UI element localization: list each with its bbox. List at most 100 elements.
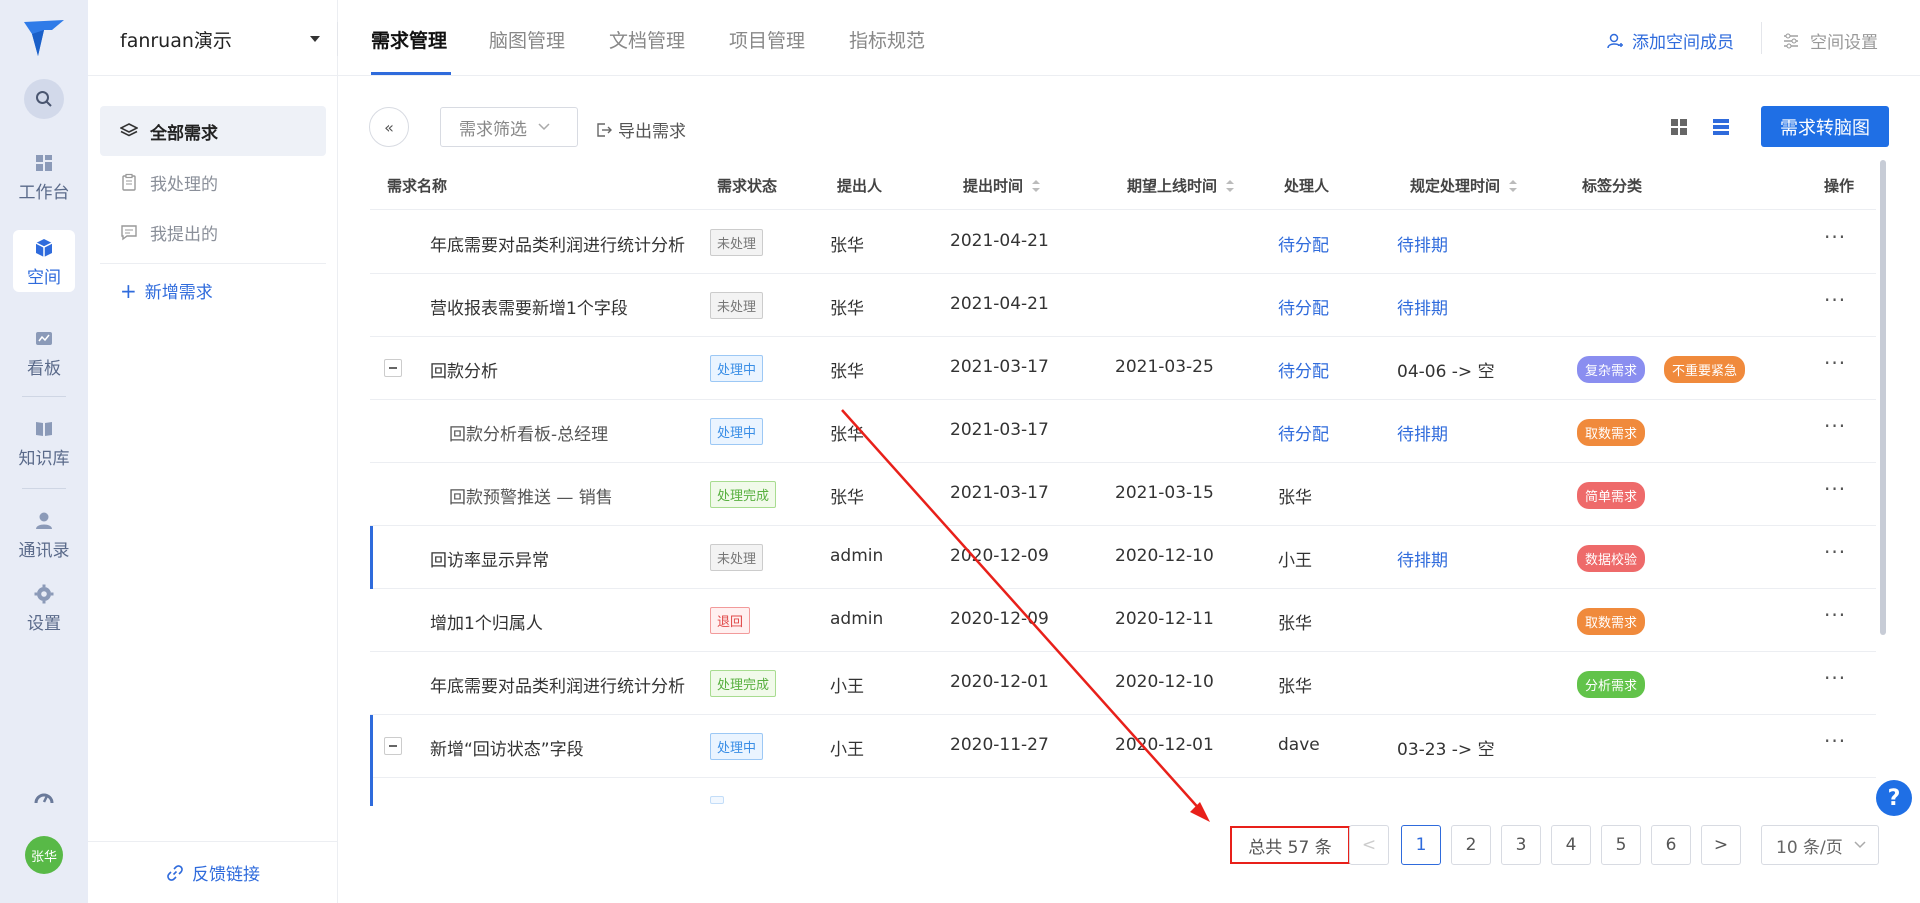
page-button[interactable]: 2 bbox=[1451, 825, 1491, 865]
requirement-filter-select[interactable]: 需求筛选 bbox=[440, 107, 578, 147]
req-name[interactable]: 年底需要对品类利润进行统计分析 bbox=[430, 231, 685, 256]
table-row[interactable]: 回款分析 处理中 张华 2021-03-17 2021-03-25 待分配 04… bbox=[370, 337, 1876, 400]
col-label: 提出时间 bbox=[963, 177, 1024, 195]
table-row[interactable]: 增加1个归属人 退回 admin 2020-12-09 2020-12-11 张… bbox=[370, 589, 1876, 652]
table-row[interactable]: 年底需要对品类利润进行统计分析 处理完成 小王 2020-12-01 2020-… bbox=[370, 652, 1876, 715]
rail-label: 通讯录 bbox=[18, 541, 70, 561]
list-view-icon[interactable] bbox=[1712, 118, 1730, 136]
more-icon[interactable]: ··· bbox=[1824, 414, 1846, 438]
page-button[interactable]: 5 bbox=[1601, 825, 1641, 865]
req-name[interactable]: 回款分析 bbox=[430, 357, 498, 382]
req-name[interactable]: 回款预警推送 — 销售 bbox=[449, 483, 613, 508]
speed-gauge-icon[interactable] bbox=[33, 788, 55, 810]
table-row[interactable]: 回款预警推送 — 销售 处理完成 张华 2021-03-17 2021-03-1… bbox=[370, 463, 1876, 526]
more-icon[interactable]: ··· bbox=[1824, 540, 1846, 564]
tab-metrics[interactable]: 指标规范 bbox=[849, 26, 925, 53]
deadline-link[interactable]: 待排期 bbox=[1397, 420, 1448, 445]
deadline-link[interactable]: 待排期 bbox=[1397, 546, 1448, 571]
page-size-select[interactable]: 10 条/页 bbox=[1761, 825, 1879, 865]
req-name[interactable]: 增加1个归属人 bbox=[430, 609, 543, 634]
add-member-button[interactable]: 添加空间成员 bbox=[1606, 28, 1734, 53]
collapse-sidebar-button[interactable]: « bbox=[369, 107, 409, 147]
page-button[interactable]: 3 bbox=[1501, 825, 1541, 865]
submitter: 张华 bbox=[830, 299, 864, 319]
table-scrollbar[interactable] bbox=[1880, 160, 1886, 635]
feedback-link[interactable]: 反馈链接 bbox=[88, 841, 338, 903]
tab-mindmap[interactable]: 脑图管理 bbox=[489, 26, 565, 53]
deadline-link[interactable]: 待排期 bbox=[1397, 231, 1448, 256]
sidebar-item-submitted-by-me[interactable]: 我提出的 bbox=[100, 207, 326, 257]
status-badge: 未处理 bbox=[710, 292, 764, 319]
sidebar-item-handled-by-me[interactable]: 我处理的 bbox=[100, 157, 326, 207]
prev-page-button[interactable]: < bbox=[1349, 825, 1389, 865]
table-row[interactable] bbox=[370, 778, 1876, 806]
col-deadline[interactable]: 规定处理时间 bbox=[1410, 175, 1518, 196]
req-name[interactable]: 回款分析看板-总经理 bbox=[449, 420, 608, 445]
grid-view-icon[interactable] bbox=[1670, 118, 1688, 136]
req-name[interactable]: 新增“回访状态”字段 bbox=[430, 735, 584, 760]
tab-projects[interactable]: 项目管理 bbox=[729, 26, 805, 53]
submitted-date: 2021-03-17 bbox=[950, 357, 1049, 377]
req-name[interactable]: 营收报表需要新增1个字段 bbox=[430, 294, 628, 319]
link-icon bbox=[167, 864, 183, 881]
export-button[interactable]: 导出需求 bbox=[596, 117, 686, 142]
rail-item-contacts[interactable]: 通讯录 bbox=[0, 510, 88, 561]
page-button[interactable]: 1 bbox=[1401, 825, 1441, 865]
col-expected-time[interactable]: 期望上线时间 bbox=[1127, 175, 1235, 196]
more-icon[interactable]: ··· bbox=[1824, 477, 1846, 501]
submitter: 张华 bbox=[830, 488, 864, 508]
more-icon[interactable]: ··· bbox=[1824, 666, 1846, 690]
col-submitted-time[interactable]: 提出时间 bbox=[963, 175, 1041, 196]
handler-link[interactable]: 待分配 bbox=[1278, 294, 1329, 319]
rail-divider bbox=[22, 488, 66, 489]
collapse-row-icon[interactable] bbox=[384, 737, 402, 755]
deadline-link[interactable]: 待排期 bbox=[1397, 294, 1448, 319]
requirements-table: 需求名称 需求状态 提出人 提出时间 期望上线时间 处理人 规定处理时间 标签分… bbox=[370, 160, 1876, 806]
collapse-row-icon[interactable] bbox=[384, 359, 402, 377]
table-row[interactable]: 回款分析看板-总经理 处理中 张华 2021-03-17 待分配 待排期 取数需… bbox=[370, 400, 1876, 463]
submitter: admin bbox=[830, 546, 884, 566]
more-icon[interactable]: ··· bbox=[1824, 351, 1846, 375]
handler-link[interactable]: 待分配 bbox=[1278, 420, 1329, 445]
table-row[interactable]: 新增“回访状态”字段 处理中 小王 2020-11-27 2020-12-01 … bbox=[370, 715, 1876, 778]
handler-link[interactable]: 待分配 bbox=[1278, 231, 1329, 256]
more-icon[interactable]: ··· bbox=[1824, 288, 1846, 312]
help-button[interactable]: ? bbox=[1876, 780, 1912, 816]
tab-documents[interactable]: 文档管理 bbox=[609, 26, 685, 53]
more-icon[interactable]: ··· bbox=[1824, 225, 1846, 249]
more-icon[interactable]: ··· bbox=[1824, 603, 1846, 627]
more-icon[interactable]: ··· bbox=[1824, 729, 1846, 753]
table-row[interactable]: 年底需要对品类利润进行统计分析 未处理 张华 2021-04-21 待分配 待排… bbox=[370, 211, 1876, 274]
submitter: 小王 bbox=[830, 677, 864, 697]
sidebar-item-all-requirements[interactable]: 全部需求 bbox=[100, 106, 326, 156]
tag-badge: 数据校验 bbox=[1577, 545, 1646, 572]
rail-item-knowledge[interactable]: 知识库 bbox=[0, 418, 88, 469]
req-name[interactable]: 年底需要对品类利润进行统计分析 bbox=[430, 672, 685, 697]
export-label: 导出需求 bbox=[618, 122, 686, 142]
status-badge: 处理中 bbox=[710, 418, 764, 445]
expected-date: 2021-03-15 bbox=[1115, 483, 1214, 503]
req-name[interactable]: 回访率显示异常 bbox=[430, 546, 549, 571]
user-avatar[interactable]: 张华 bbox=[25, 836, 63, 874]
rail-item-workbench[interactable]: 工作台 bbox=[0, 152, 88, 203]
tab-requirements[interactable]: 需求管理 bbox=[371, 26, 447, 53]
handler-link[interactable]: 待分配 bbox=[1278, 357, 1329, 382]
sliders-icon bbox=[1784, 33, 1798, 48]
pagination-total: 总共 57 条 bbox=[1230, 826, 1350, 864]
rail-item-settings[interactable]: 设置 bbox=[0, 583, 88, 634]
search-button[interactable] bbox=[24, 79, 64, 119]
workspace-switcher[interactable]: fanruan演示 bbox=[88, 0, 338, 76]
table-row[interactable]: 营收报表需要新增1个字段 未处理 张华 2021-04-21 待分配 待排期 ·… bbox=[370, 274, 1876, 337]
space-settings-button[interactable]: 空间设置 bbox=[1782, 28, 1878, 53]
page-button[interactable]: 6 bbox=[1651, 825, 1691, 865]
app-logo-icon[interactable] bbox=[22, 18, 66, 58]
convert-to-mindmap-button[interactable]: 需求转脑图 bbox=[1761, 106, 1889, 147]
add-requirement-button[interactable]: + 新增需求 bbox=[120, 278, 213, 304]
next-page-button[interactable]: > bbox=[1701, 825, 1741, 865]
table-row[interactable]: 回访率显示异常 未处理 admin 2020-12-09 2020-12-10 … bbox=[370, 526, 1876, 589]
rail-item-space[interactable]: 空间 bbox=[13, 230, 75, 292]
chevron-down-icon bbox=[538, 123, 550, 131]
app-rail: 工作台 空间 看板 知识库 通讯录 设置 张华 bbox=[0, 0, 88, 903]
page-button[interactable]: 4 bbox=[1551, 825, 1591, 865]
rail-item-board[interactable]: 看板 bbox=[0, 328, 88, 379]
